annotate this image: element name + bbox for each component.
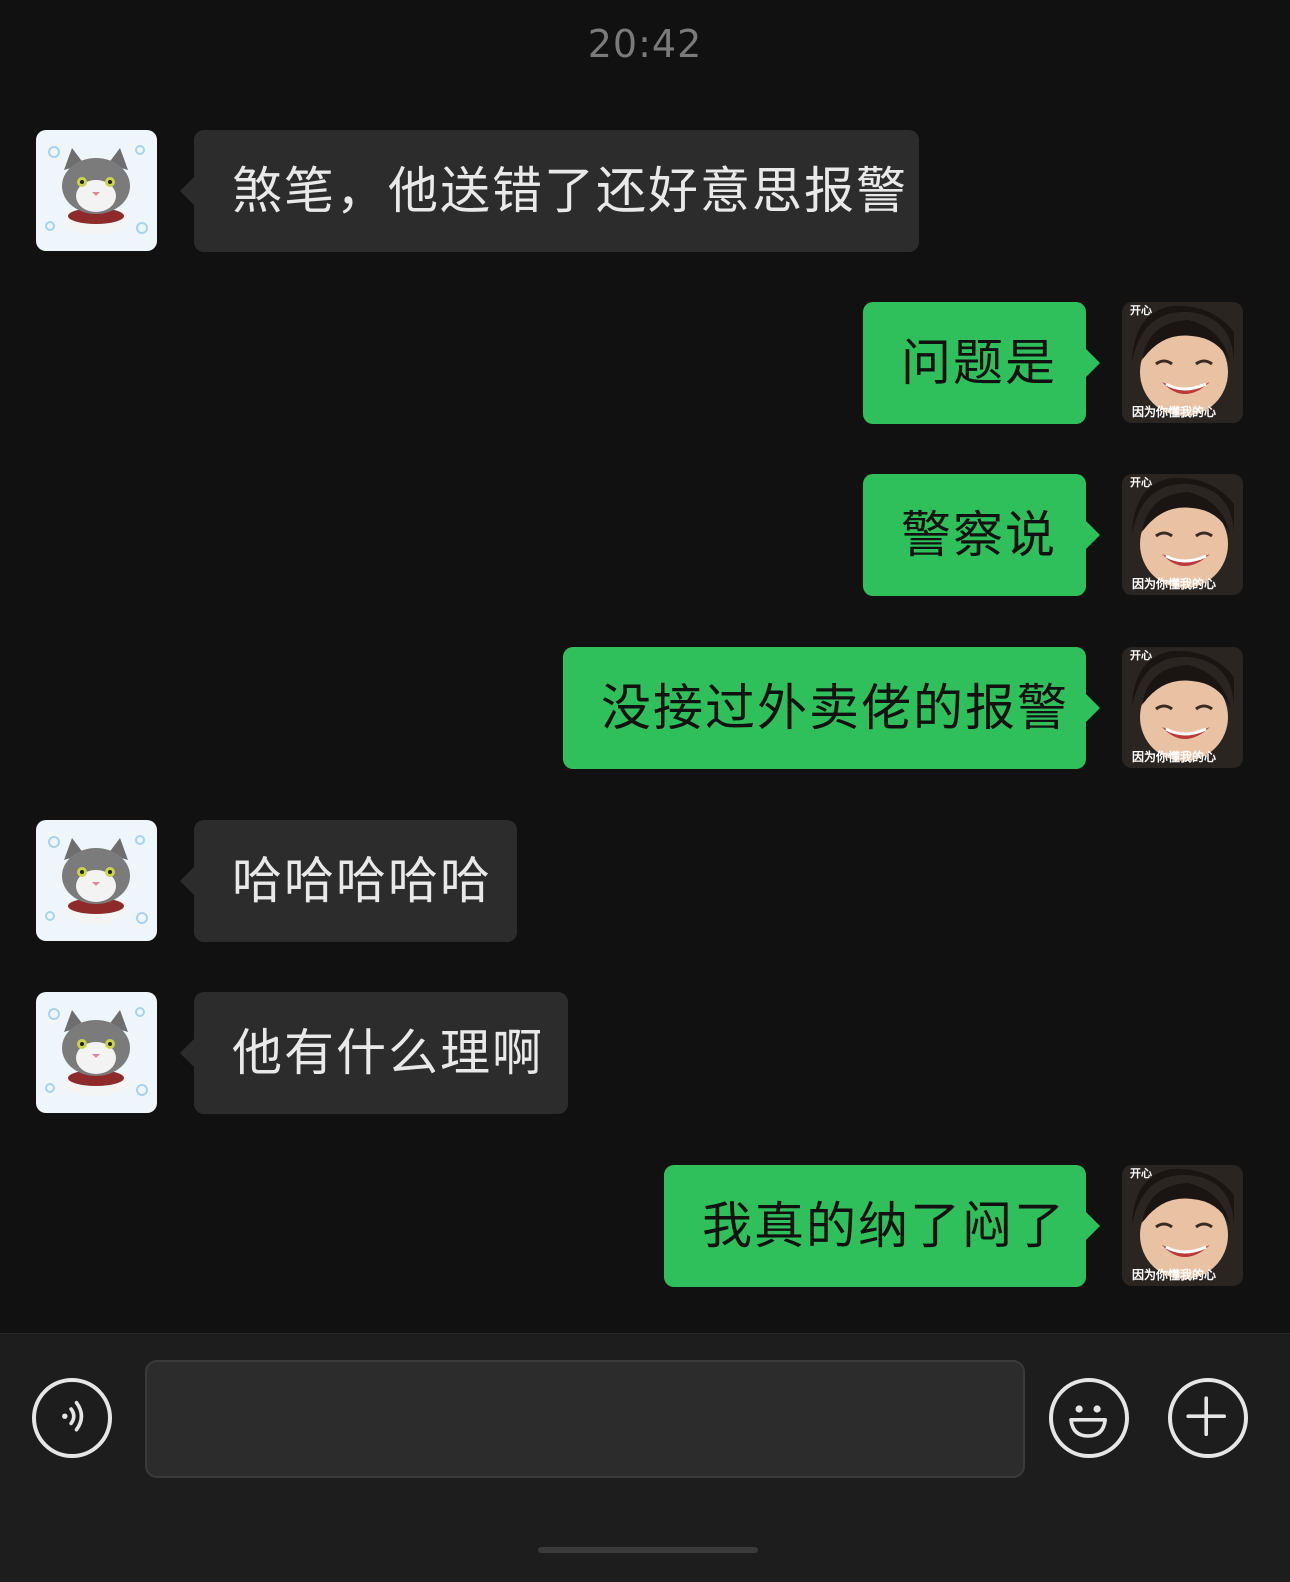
message-row: 哈哈哈哈哈 bbox=[0, 820, 1290, 942]
outgoing-message-bubble[interactable]: 警察说 bbox=[863, 474, 1086, 596]
bubble-tail bbox=[180, 177, 194, 205]
home-indicator bbox=[538, 1547, 758, 1553]
sticker-caption-bottom: 因为你懂我的心 bbox=[1132, 405, 1217, 419]
contact-avatar[interactable] bbox=[36, 992, 157, 1113]
outgoing-message-bubble[interactable]: 没接过外卖佬的报警 bbox=[563, 647, 1086, 769]
bubble-tail bbox=[1086, 694, 1100, 722]
bubble-tail bbox=[1086, 349, 1100, 377]
sticker-caption-bottom: 因为你懂我的心 bbox=[1132, 750, 1217, 764]
message-row: 问题是 开心 因为你懂我的心 bbox=[0, 302, 1290, 424]
cat-avatar-icon bbox=[36, 130, 157, 251]
message-input[interactable] bbox=[145, 1360, 1025, 1478]
sticker-caption-top: 开心 bbox=[1130, 1167, 1152, 1180]
self-avatar[interactable]: 开心 因为你懂我的心 bbox=[1122, 474, 1243, 595]
self-avatar[interactable]: 开心 因为你懂我的心 bbox=[1122, 647, 1243, 768]
bubble-tail bbox=[1086, 1212, 1100, 1240]
contact-avatar[interactable] bbox=[36, 130, 157, 251]
self-avatar[interactable]: 开心 因为你懂我的心 bbox=[1122, 1165, 1243, 1286]
sticker-caption-bottom: 因为你懂我的心 bbox=[1132, 577, 1217, 591]
outgoing-message-bubble[interactable]: 问题是 bbox=[863, 302, 1086, 424]
sticker-caption-top: 开心 bbox=[1130, 304, 1152, 317]
incoming-message-bubble[interactable]: 煞笔，他送错了还好意思报警 bbox=[194, 130, 919, 252]
bubble-tail bbox=[180, 1039, 194, 1067]
sticker-caption-top: 开心 bbox=[1130, 649, 1152, 662]
self-avatar[interactable]: 开心 因为你懂我的心 bbox=[1122, 302, 1243, 423]
sticker-caption-bottom: 因为你懂我的心 bbox=[1132, 1268, 1217, 1282]
voice-icon bbox=[62, 1400, 84, 1432]
emoji-icon bbox=[1069, 1405, 1107, 1438]
contact-avatar[interactable] bbox=[36, 820, 157, 941]
emoji-button[interactable] bbox=[1049, 1378, 1129, 1458]
message-timestamp: 20:42 bbox=[587, 22, 703, 66]
bubble-tail bbox=[180, 867, 194, 895]
voice-button[interactable] bbox=[32, 1378, 112, 1458]
outgoing-message-bubble[interactable]: 我真的纳了闷了 bbox=[664, 1165, 1086, 1287]
incoming-message-bubble[interactable]: 他有什么理啊 bbox=[194, 992, 568, 1114]
message-row: 警察说 开心 因为你懂我的心 bbox=[0, 474, 1290, 596]
message-row: 他有什么理啊 bbox=[0, 992, 1290, 1114]
incoming-message-bubble[interactable]: 哈哈哈哈哈 bbox=[194, 820, 517, 942]
cat-avatar-icon bbox=[36, 992, 157, 1113]
plus-icon bbox=[1186, 1396, 1226, 1436]
message-row: 我真的纳了闷了 开心 因为你懂我的心 bbox=[0, 1165, 1290, 1287]
sticker-caption-top: 开心 bbox=[1130, 476, 1152, 489]
chat-input-bar bbox=[0, 1333, 1290, 1582]
message-row: 没接过外卖佬的报警 开心 因为你懂我的心 bbox=[0, 647, 1290, 769]
cat-avatar-icon bbox=[36, 820, 157, 941]
more-button[interactable] bbox=[1168, 1378, 1248, 1458]
bubble-tail bbox=[1086, 521, 1100, 549]
message-row: 煞笔，他送错了还好意思报警 bbox=[0, 130, 1290, 252]
